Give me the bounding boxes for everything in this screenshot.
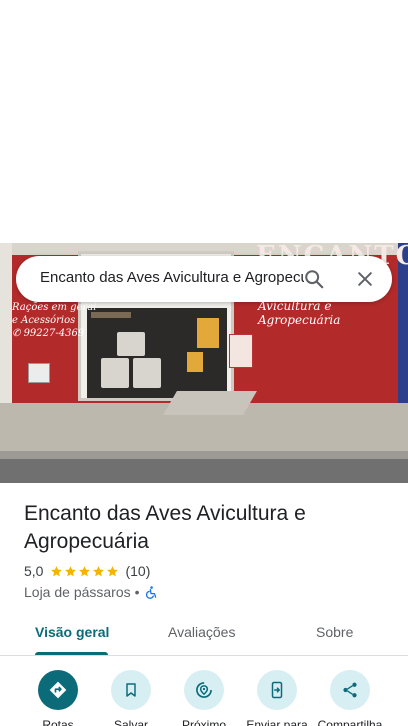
wheelchair-accessible-icon: [145, 585, 156, 599]
send-to-phone-button[interactable]: Enviar para: [239, 670, 315, 726]
category-row: Loja de pássaros •: [24, 584, 158, 600]
bird-cage: [101, 358, 129, 388]
product-box: [187, 352, 203, 372]
save-button[interactable]: Salvar: [93, 670, 169, 726]
clear-search-button[interactable]: [347, 261, 383, 297]
rating-value: 5,0: [24, 563, 44, 579]
tab-overview[interactable]: Visão geral: [35, 624, 109, 640]
active-tab-indicator: [35, 652, 108, 655]
tab-about[interactable]: Sobre: [316, 624, 353, 640]
save-label: Salvar: [113, 718, 148, 726]
send-to-phone-label: Enviar para: [246, 718, 308, 726]
search-bar[interactable]: Encanto das Aves Avicultura e Agropecuár…: [16, 256, 392, 302]
tab-reviews[interactable]: Avaliações: [168, 624, 235, 640]
place-title: Encanto das Aves Avicultura e Agropecuár…: [24, 502, 306, 553]
search-input[interactable]: Encanto das Aves Avicultura e Agropecuár…: [40, 269, 304, 286]
wall-sign-left: Rações em geral e Acessórios ✆ 99227-436…: [12, 301, 96, 340]
place-page: ENCANTO Rações em geral e Acessórios ✆ 9…: [0, 0, 408, 726]
nearby-button[interactable]: Próximo: [166, 670, 242, 726]
close-icon: [358, 272, 372, 286]
share-button-circle: [330, 670, 370, 710]
separator-dot: •: [134, 584, 140, 600]
bird-cage: [133, 358, 161, 388]
directions-icon: [49, 681, 67, 699]
share-button[interactable]: Compartilha: [312, 670, 388, 726]
star-icon: [79, 565, 91, 576]
storefront-pillar: [0, 243, 12, 418]
electric-meter: [28, 363, 50, 383]
star-icon: [93, 565, 105, 576]
entrance-step: [163, 391, 257, 415]
directions-label: Rotas: [42, 718, 74, 726]
rating-row[interactable]: 5,0 (10): [24, 563, 150, 579]
wall-sign-right: Avicultura e Agropecuária: [258, 299, 341, 327]
nearby-label: Próximo: [181, 718, 226, 726]
star-icon: [65, 565, 77, 576]
wall-sign-phone-number: 99227-4369: [23, 328, 85, 339]
send-to-phone-button-circle: [257, 670, 297, 710]
bird-cage: [117, 332, 145, 356]
share-icon: [343, 682, 357, 698]
door-poster: [229, 334, 253, 368]
save-button-circle: [111, 670, 151, 710]
wall-sign-line-2: e Acessórios: [12, 315, 76, 326]
store-interior: [87, 308, 227, 398]
place-category[interactable]: Loja de pássaros: [24, 584, 131, 600]
directions-button-circle: [38, 670, 78, 710]
review-count[interactable]: (10): [125, 563, 150, 579]
directions-button[interactable]: Rotas: [20, 670, 96, 726]
rating-stars: [50, 565, 120, 578]
search-button[interactable]: [296, 261, 332, 297]
nearby-icon: [196, 682, 212, 698]
nearby-button-circle: [184, 670, 224, 710]
send-to-phone-icon: [271, 681, 283, 699]
share-label: Compartilha: [317, 718, 383, 726]
wall-sign-line-1: Rações em geral: [12, 302, 97, 313]
product-box: [197, 318, 219, 348]
bookmark-icon: [126, 683, 136, 697]
search-icon: [305, 270, 324, 289]
star-icon: [51, 565, 63, 576]
shelf: [91, 312, 131, 318]
street: [0, 459, 408, 483]
wall-sign-phone: ✆ 99227-4369: [12, 328, 85, 339]
place-tabs: Visão geral Avaliações Sobre: [0, 612, 408, 656]
star-icon: [107, 565, 119, 576]
